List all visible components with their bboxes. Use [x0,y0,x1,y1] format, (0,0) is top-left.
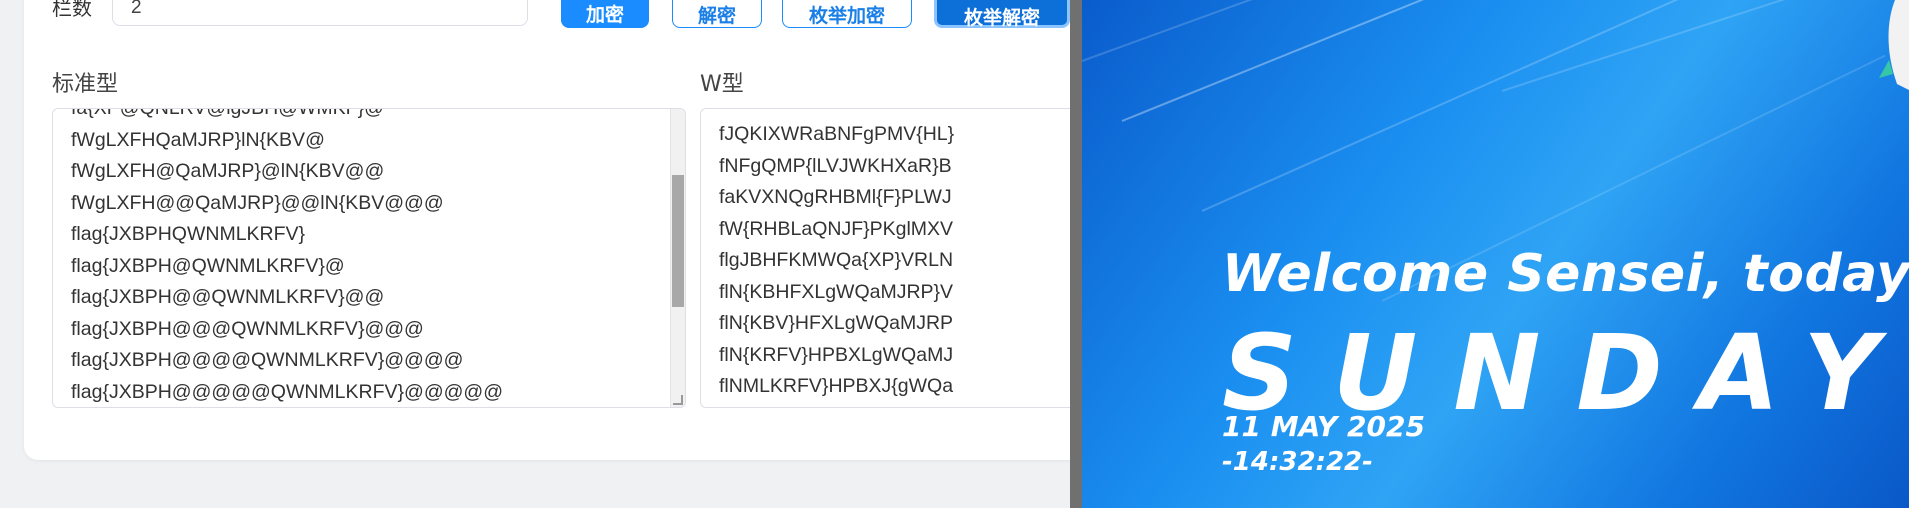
clock-text: -14:32:22- [1222,447,1373,477]
standard-output-textarea[interactable]: fa{XP@QNLRV@lgJBH@WMKF}@ fWgLXFHQaMJRP}lN… [52,108,686,408]
standard-line: flag{JXBPH@@@@QWNMLKRFV}@@@@ [71,349,464,371]
w-type-output-textarea[interactable]: fJQKIXWRaBNFgPMV{HL} fNFgQMP{lLVJWKHXaR}B… [700,108,1080,408]
w_type-line: flgJBHFKMWQa{XP}VRLN [719,249,954,271]
standard-scrollbar-thumb[interactable] [672,175,684,307]
standard-line: flag{JXBPHQWNMLKRFV} [71,223,306,245]
rails-input[interactable]: 2 [112,0,528,26]
standard-line: fWgLXFH@@QaMJRP}@@lN{KBV@@@ [71,191,444,214]
rails-label: 栏数 [52,0,92,20]
standard-output-lines: fa{XP@QNLRV@lgJBH@WMKF}@ fWgLXFHQaMJRP}lN… [71,108,504,407]
window-divider[interactable] [1070,0,1082,508]
w_type-line: faKVXNQgRHBMl{F}PLWJ [719,186,952,208]
w_type-line: flN{KBV}HFXLgWQaMJRP [719,312,954,334]
date-text: 11 MAY 2025 [1222,410,1425,443]
standard-line: fa{XP@QNLRV@lgJBH@WMKF}@ [71,108,384,119]
w_type-line: fJQKIXWRaBNFgPMV{HL} [719,123,955,145]
verify-encrypt-button[interactable]: 枚举加密 [782,0,912,28]
w_type-line: flN{KBHFXLgWQaMJRP}V [719,280,954,303]
standard-line: flag{JXBPH@QWNMLKRFV}@ [71,254,345,277]
standard-line: flag{JXBPH@@@@@QWNMLKRFV}@@@@@ [71,380,504,403]
w_type-line: fW{RHBLaQNJF}PKglMXV [719,217,954,240]
desktop-wallpaper: Welcome Sensei, today is: SUNDAY 11 MAY … [1082,0,1909,508]
welcome-text: Welcome Sensei, today is: [1222,244,1909,304]
w-type-output-lines: fJQKIXWRaBNFgPMV{HL} fNFgQMP{lLVJWKHXaR}B… [719,119,954,403]
standard-type-label: 标准型 [52,72,119,97]
standard-line: flag{JXBPH@@QWNMLKRFV}@@ [71,286,385,308]
standard-scrollbar[interactable] [670,109,685,407]
standard-line: flag{JXBPH@@@QWNMLKRFV}@@@ [71,317,424,340]
resize-grip-icon[interactable] [673,395,683,405]
decrypt-button[interactable]: 解密 [672,0,762,28]
w-type-label: W型 [700,72,744,97]
w_type-line: flNMLKRFV}HPBXJ{gWQa [719,375,954,397]
w_type-line: flN{KRFV}HPBXLgWQaMJ [719,343,954,366]
w_type-line: fNFgQMP{lLVJWKHXaR}B [719,154,952,177]
encrypt-button[interactable]: 加密 [561,0,649,28]
standard-line: fWgLXFHQaMJRP}lN{KBV@ [71,128,325,151]
verify-decrypt-button[interactable]: 枚举解密 [934,0,1070,29]
character-art-icon [1879,0,1909,90]
standard-line: fWgLXFH@QaMJRP}@lN{KBV@@ [71,160,385,182]
